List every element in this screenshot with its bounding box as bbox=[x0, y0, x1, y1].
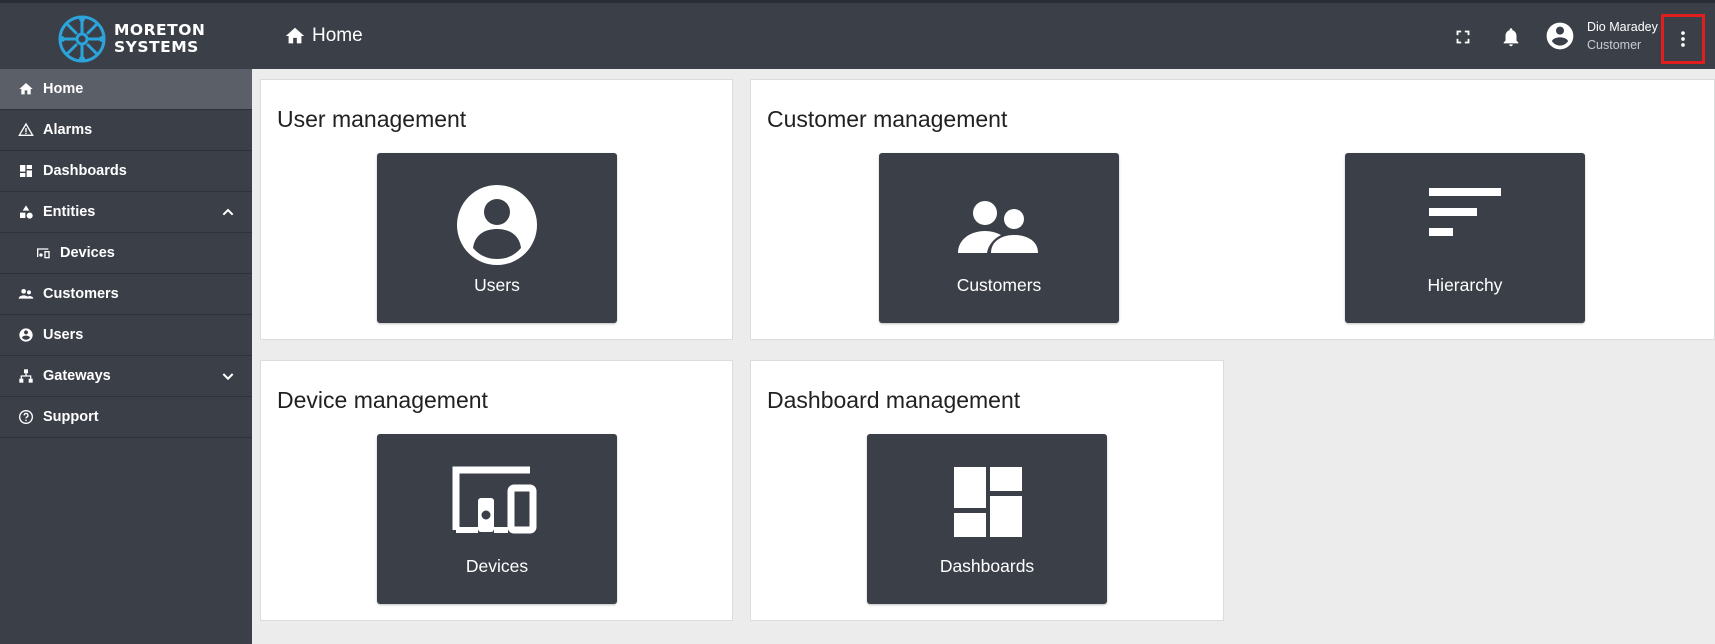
sidebar-item-label: Gateways bbox=[43, 368, 111, 384]
sidebar-item-label: Entities bbox=[43, 204, 96, 220]
tile-label: Users bbox=[474, 275, 520, 295]
devices-tile[interactable]: Devices bbox=[377, 434, 617, 604]
notifications-bell-icon[interactable] bbox=[1500, 26, 1522, 48]
avatar bbox=[1546, 22, 1574, 50]
sidebar-item-label: Customers bbox=[43, 286, 119, 302]
home-icon bbox=[285, 27, 305, 44]
sidebar-item-label: Support bbox=[43, 409, 99, 425]
top-bar: MORETON SYSTEMS Home Dio Maradey Custome… bbox=[0, 0, 1715, 69]
card-title: User management bbox=[277, 106, 467, 132]
user-info: Dio Maradey Customer bbox=[1587, 18, 1658, 54]
gateway-icon bbox=[19, 369, 33, 383]
sidebar: Home Alarms Dashboards Entities Devices … bbox=[0, 69, 252, 644]
brand-logo[interactable]: MORETON SYSTEMS bbox=[56, 13, 206, 65]
more-menu-button[interactable] bbox=[1661, 14, 1705, 64]
dashboard-icon bbox=[20, 165, 32, 177]
dashboards-tile[interactable]: Dashboards bbox=[867, 434, 1107, 604]
dashboard-icon bbox=[954, 467, 1022, 537]
home-icon bbox=[19, 83, 33, 95]
sidebar-item-label: Dashboards bbox=[43, 163, 127, 179]
tile-label: Customers bbox=[956, 275, 1042, 295]
breadcrumb[interactable]: Home bbox=[284, 25, 363, 47]
user-management-card: User management Users bbox=[260, 79, 733, 340]
brand-name: MORETON SYSTEMS bbox=[114, 22, 205, 56]
devices-icon bbox=[452, 466, 537, 534]
brand-line-2: SYSTEMS bbox=[114, 38, 199, 56]
sidebar-item-home[interactable]: Home bbox=[0, 69, 252, 110]
chevron-down-icon[interactable] bbox=[220, 368, 236, 384]
chevron-up-icon[interactable] bbox=[220, 204, 236, 220]
card-title: Customer management bbox=[767, 106, 1008, 132]
device-management-card: Device management Devices bbox=[260, 360, 733, 621]
user-name: Dio Maradey bbox=[1587, 20, 1658, 34]
brand-logo-mark-icon bbox=[58, 15, 106, 63]
breadcrumb-label: Home bbox=[312, 25, 363, 46]
customers-icon bbox=[958, 201, 1038, 253]
users-tile[interactable]: Users bbox=[377, 153, 617, 323]
more-vert-icon bbox=[1681, 31, 1685, 47]
sidebar-item-gateways[interactable]: Gateways bbox=[0, 356, 252, 397]
card-title: Device management bbox=[277, 387, 488, 413]
card-title: Dashboard management bbox=[767, 387, 1021, 413]
customer-management-card: Customer management Customers Hierarchy bbox=[750, 79, 1715, 340]
user-circle-icon bbox=[19, 328, 33, 342]
user-profile[interactable]: Dio Maradey Customer bbox=[1544, 18, 1658, 54]
sidebar-item-devices[interactable]: Devices bbox=[0, 233, 252, 274]
tile-label: Devices bbox=[465, 556, 529, 576]
sidebar-item-label: Home bbox=[43, 81, 84, 97]
sidebar-item-support[interactable]: Support bbox=[0, 397, 252, 438]
sidebar-item-dashboards[interactable]: Dashboards bbox=[0, 151, 252, 192]
sidebar-item-label: Devices bbox=[60, 245, 115, 261]
tile-label: Dashboards bbox=[939, 556, 1035, 576]
sidebar-item-users[interactable]: Users bbox=[0, 315, 252, 356]
help-icon bbox=[19, 410, 33, 424]
customers-tile[interactable]: Customers bbox=[879, 153, 1119, 323]
entities-icon bbox=[20, 205, 33, 219]
warning-icon bbox=[18, 122, 34, 136]
fullscreen-icon[interactable] bbox=[1452, 26, 1474, 48]
customers-icon bbox=[18, 289, 34, 299]
user-role: Customer bbox=[1587, 38, 1642, 52]
sidebar-item-customers[interactable]: Customers bbox=[0, 274, 252, 315]
dashboard-management-card: Dashboard management Dashboards bbox=[750, 360, 1224, 621]
sidebar-item-label: Alarms bbox=[43, 122, 93, 138]
tile-label: Hierarchy bbox=[1427, 275, 1503, 295]
brand-line-1: MORETON bbox=[114, 21, 206, 39]
hierarchy-tile[interactable]: Hierarchy bbox=[1345, 153, 1585, 323]
sidebar-item-label: Users bbox=[43, 327, 84, 343]
hierarchy-icon bbox=[1429, 188, 1501, 236]
user-circle-icon bbox=[457, 185, 537, 265]
sidebar-item-alarms[interactable]: Alarms bbox=[0, 110, 252, 151]
devices-icon bbox=[37, 248, 50, 259]
sidebar-item-entities[interactable]: Entities bbox=[0, 192, 252, 233]
